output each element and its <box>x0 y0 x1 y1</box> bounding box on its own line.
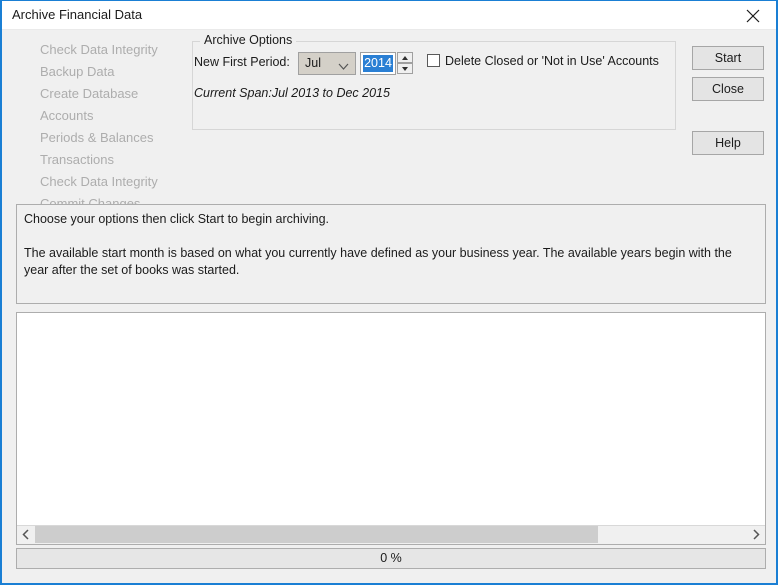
step-list: Check Data Integrity Backup Data Create … <box>40 39 190 215</box>
output-log-content[interactable] <box>17 313 765 526</box>
progress-bar: 0 % <box>16 548 766 569</box>
year-spinner-down-button[interactable] <box>397 63 413 74</box>
window-title: Archive Financial Data <box>12 7 143 22</box>
triangle-down-icon <box>402 67 408 71</box>
title-bar: Archive Financial Data <box>2 1 776 30</box>
close-window-button[interactable] <box>730 1 776 29</box>
step-item-create-database: Create Database <box>40 86 139 101</box>
instructions-line-2: The available start month is based on wh… <box>24 246 732 277</box>
scroll-left-button[interactable] <box>17 526 35 543</box>
step-item-transactions: Transactions <box>40 152 114 167</box>
help-button[interactable]: Help <box>692 131 764 155</box>
archive-options-group-title: Archive Options <box>200 33 297 47</box>
scroll-thumb[interactable] <box>35 526 598 543</box>
delete-closed-accounts-checkbox[interactable]: Delete Closed or 'Not in Use' Accounts <box>427 53 659 73</box>
year-spinner[interactable] <box>397 52 413 75</box>
new-first-period-label: New First Period: <box>194 55 290 69</box>
instructions-panel: Choose your options then click Start to … <box>16 204 766 304</box>
delete-closed-accounts-label: Delete Closed or 'Not in Use' Accounts <box>445 53 659 68</box>
scroll-right-button[interactable] <box>747 526 765 543</box>
step-item-backup-data: Backup Data <box>40 64 115 79</box>
year-input[interactable]: 2014 <box>360 52 396 75</box>
step-item-check-data-integrity-2: Check Data Integrity <box>40 174 158 189</box>
output-horizontal-scrollbar[interactable] <box>17 525 765 544</box>
month-dropdown-value: Jul <box>305 56 321 70</box>
checkbox-box[interactable] <box>427 54 440 68</box>
step-item-accounts: Accounts <box>40 108 94 123</box>
current-span-text: Current Span:Jul 2013 to Dec 2015 <box>194 86 390 100</box>
year-input-value: 2014 <box>363 55 393 72</box>
instructions-line-1: Choose your options then click Start to … <box>24 212 330 226</box>
archive-financial-data-dialog: Archive Financial Data Check Data Integr… <box>0 0 778 585</box>
triangle-up-icon <box>402 56 408 60</box>
year-spinner-up-button[interactable] <box>397 52 413 63</box>
chevron-down-icon <box>338 60 349 74</box>
output-log-panel <box>16 312 766 545</box>
instructions-spacer <box>24 228 758 245</box>
month-dropdown[interactable]: Jul <box>298 52 356 75</box>
start-button[interactable]: Start <box>692 46 764 70</box>
close-button[interactable]: Close <box>692 77 764 101</box>
step-item-periods-and-balances: Periods & Balances <box>40 130 154 145</box>
step-item-check-data-integrity-1: Check Data Integrity <box>40 42 158 57</box>
